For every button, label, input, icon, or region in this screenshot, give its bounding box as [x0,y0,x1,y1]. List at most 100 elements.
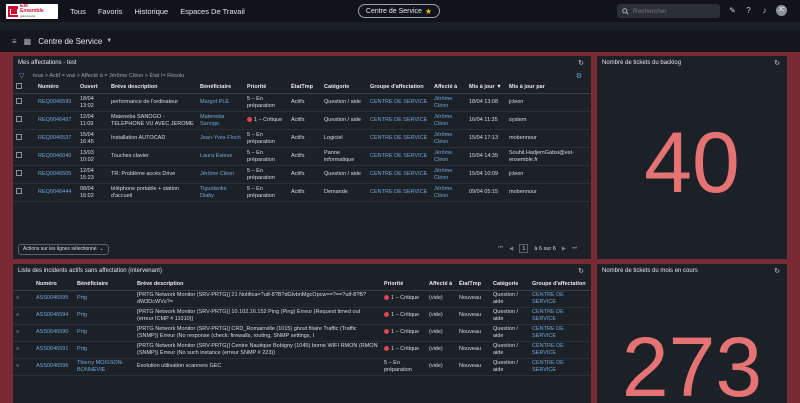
column-header[interactable]: Affecté à [431,81,466,94]
bell-icon[interactable]: ♪ [760,6,769,15]
search-input[interactable] [633,7,713,15]
beneficiary-link[interactable]: Mateneba Sanogo [197,111,244,130]
column-header[interactable]: Ouvert [77,81,108,94]
select-all-checkbox[interactable] [16,83,22,89]
row-checkbox-box[interactable] [16,134,22,141]
star-icon[interactable]: ★ [425,7,432,16]
last-page-icon[interactable]: ⏭ [572,245,577,252]
group-link[interactable]: CENTRE DE SERVICE [529,341,591,359]
prev-page-icon[interactable]: ◀ [509,246,513,252]
record-number-link[interactable]: REQ0046040 [35,147,77,166]
beneficiary-link[interactable]: Prtg [74,341,134,359]
row-menu-icon[interactable]: ≡ [13,341,33,359]
gear-icon[interactable]: ⚙ [576,72,582,80]
table-row[interactable]: REQ0046497 12/04 11:09 Mateneba SANOGO - T… [13,111,591,130]
table-row[interactable]: REQ0046444 08/04 16:02 téléphone portable … [13,183,591,202]
refresh-icon[interactable]: ↻ [774,267,780,275]
table-row[interactable]: REQ0046599 18/04 13:02 performance de l'or… [13,93,591,112]
row-menu-icon[interactable]: ≡ [13,324,33,342]
nav-espaces-de-travail[interactable]: Espaces De Travail [180,7,245,16]
column-header[interactable]: Mis à jour par [506,81,591,94]
record-number-link[interactable]: REQ0046497 [35,111,77,130]
table-row[interactable]: REQ0046505 12/04 15:23 TR: Problème accès … [13,165,591,184]
group-link[interactable]: CENTRE DE SERVICE [367,111,431,130]
record-number-link[interactable]: ASS0046590 [33,324,74,342]
assigned-link[interactable]: Jérôme Cléon [431,111,466,130]
beneficiary-link[interactable]: Jérôme Cléon [197,165,244,184]
record-number-link[interactable]: REQ0046444 [35,183,77,202]
row-menu-icon[interactable]: ≡ [13,290,33,308]
column-header[interactable]: Priorité [381,278,426,291]
row-checkbox[interactable] [13,129,35,148]
column-header[interactable]: Brève description [134,278,381,291]
nav-historique[interactable]: Historique [134,7,168,16]
page-input[interactable]: 1 [519,244,529,253]
group-link[interactable]: CENTRE DE SERVICE [529,324,591,342]
record-number-link[interactable]: ASS0046594 [33,307,74,325]
help-icon[interactable]: ? [744,6,753,15]
row-menu-icon[interactable]: ≡ [13,358,33,376]
record-number-link[interactable]: REQ0046599 [35,93,77,112]
menu-icon[interactable]: ≡ [12,37,17,46]
nav-tous[interactable]: Tous [70,7,86,16]
column-header[interactable]: Numéro [35,81,77,94]
group-link[interactable]: CENTRE DE SERVICE [367,129,431,148]
record-number-link[interactable]: REQ0046537 [35,129,77,148]
table-row[interactable]: REQ0046537 15/04 16:45 Installation AUTOCA… [13,129,591,148]
next-page-icon[interactable]: ▶ [562,246,566,252]
table-row[interactable]: ≡ ASS0046595 Prtg [PRTG Network Monitor (SR… [13,290,591,308]
table-row[interactable]: ≡ ASS0046594 Prtg [PRTG Network Monitor (SR… [13,307,591,325]
row-checkbox-box[interactable] [16,116,22,123]
record-number-link[interactable]: REQ0046505 [35,165,77,184]
row-menu-icon[interactable]: ≡ [13,307,33,325]
assigned-link[interactable]: Jérôme Cléon [431,129,466,148]
group-link[interactable]: CENTRE DE SERVICE [367,147,431,166]
filter-text[interactable]: tous > Actif = vrai > Affecté à = Jérôme… [33,73,184,79]
nav-favoris[interactable]: Favoris [98,7,123,16]
beneficiary-link[interactable]: Prtg [74,324,134,342]
est-ensemble-logo[interactable]: Est Ensemble grand paris [6,3,58,19]
global-search[interactable] [617,4,720,18]
assigned-link[interactable]: Jérôme Cléon [431,147,466,166]
filter-icon[interactable]: ▽ [19,72,24,80]
grid-icon[interactable]: ▦ [24,37,32,46]
table-row[interactable]: ≡ ASS0046591 Prtg [PRTG Network Monitor (SR… [13,341,591,359]
column-header[interactable]: Catégorie [321,81,367,94]
refresh-icon[interactable]: ↻ [578,267,584,275]
column-header[interactable]: ÉtatTmp [456,278,490,291]
group-link[interactable]: CENTRE DE SERVICE [367,93,431,112]
refresh-icon[interactable]: ↻ [578,59,584,67]
column-header[interactable]: ÉtatTmp [288,81,321,94]
column-header[interactable]: Affecté à [426,278,456,291]
column-header[interactable]: Numéro [33,278,74,291]
column-header[interactable]: Brève description [108,81,197,94]
chat-icon[interactable]: ✎ [728,6,737,15]
column-header[interactable]: Mis à jour ▼ [466,81,506,94]
beneficiary-link[interactable]: Thierry MOISSON-BONNEVIE [74,358,134,376]
group-link[interactable]: CENTRE DE SERVICE [529,358,591,376]
group-link[interactable]: CENTRE DE SERVICE [529,290,591,308]
record-number-link[interactable]: ASS0046595 [33,290,74,308]
row-checkbox[interactable] [13,111,35,130]
column-header[interactable]: Priorité [244,81,288,94]
table-row[interactable]: REQ0046040 13/03 10:02 Touches clavier Laur… [13,147,591,166]
beneficiary-link[interactable]: Tiguidanke Diaby [197,183,244,202]
row-checkbox-box[interactable] [16,188,22,195]
column-header[interactable]: Groupe d'affectation [529,278,591,291]
row-checkbox[interactable] [13,165,35,184]
column-header[interactable]: Catégorie [490,278,529,291]
column-header[interactable]: Groupe d'affectation [367,81,431,94]
row-checkbox[interactable] [13,93,35,112]
beneficiary-link[interactable]: Laura Esteve [197,147,244,166]
row-checkbox-box[interactable] [16,170,22,177]
group-link[interactable]: CENTRE DE SERVICE [367,165,431,184]
first-page-icon[interactable]: ⏮ [498,245,503,252]
row-checkbox[interactable] [13,183,35,202]
beneficiary-link[interactable]: Prtg [74,307,134,325]
beneficiary-link[interactable]: Prtg [74,290,134,308]
assigned-link[interactable]: Jérôme Cléon [431,183,466,202]
beneficiary-link[interactable]: Jean-Yves Floch [197,129,244,148]
group-link[interactable]: CENTRE DE SERVICE [529,307,591,325]
row-actions-select[interactable]: Actions sur les lignes sélectionné ⌄ [18,243,109,255]
row-checkbox[interactable] [13,147,35,166]
